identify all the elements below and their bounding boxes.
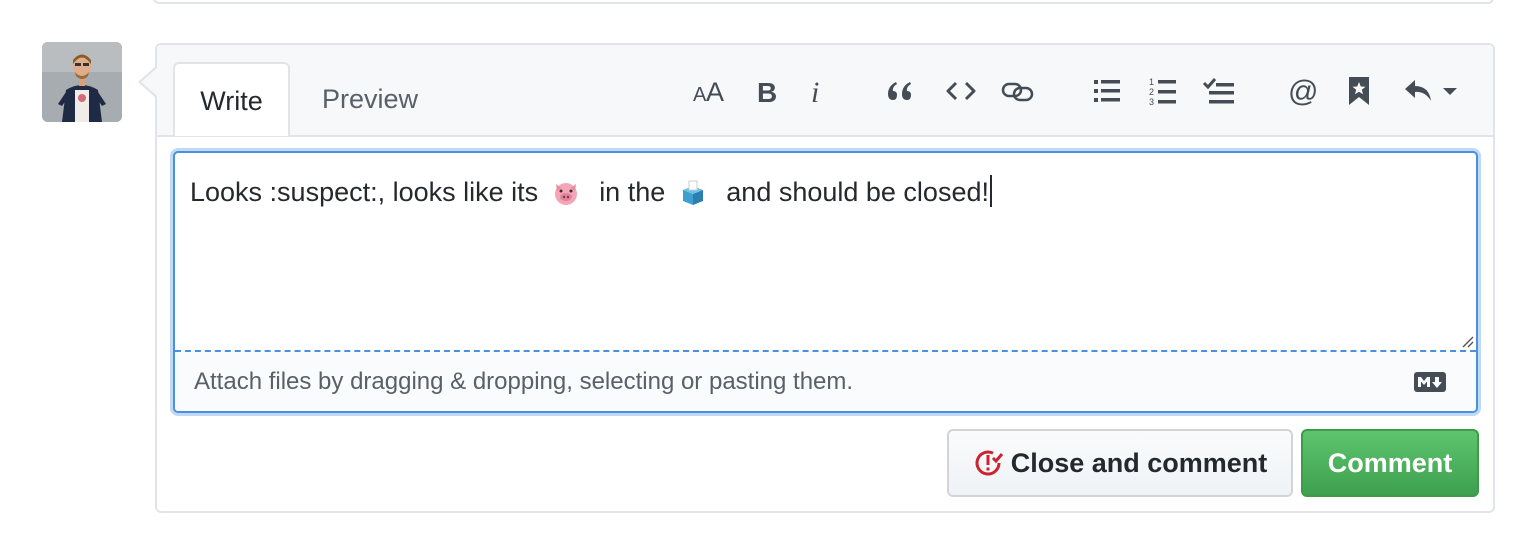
svg-text:1: 1: [1149, 77, 1154, 87]
tab-preview[interactable]: Preview: [305, 62, 435, 136]
saved-reply-icon[interactable]: [1337, 71, 1381, 111]
comment-editor: Looks :suspect:, looks like its in the a…: [173, 151, 1478, 413]
tab-write[interactable]: Write: [173, 62, 290, 136]
close-and-comment-label: Close and comment: [1010, 447, 1268, 478]
bold-icon[interactable]: B: [745, 71, 789, 111]
file-dropzone[interactable]: Attach files by dragging & dropping, sel…: [175, 350, 1476, 411]
svg-text:3: 3: [1149, 97, 1154, 106]
ordered-list-icon[interactable]: 123: [1141, 71, 1185, 111]
comment-button[interactable]: Comment: [1301, 429, 1479, 497]
svg-text:A: A: [693, 84, 707, 105]
text-size-icon[interactable]: AA: [689, 71, 733, 111]
comment-text-part-3: and should be closed!: [726, 177, 989, 207]
code-icon[interactable]: [939, 71, 983, 111]
svg-text:@: @: [1288, 75, 1318, 107]
markdown-icon[interactable]: [1414, 372, 1446, 397]
quote-icon[interactable]: [877, 71, 921, 111]
comment-form: Write Preview AA B i 123 @ Looks:suspec…: [155, 43, 1495, 513]
svg-text:B: B: [757, 77, 777, 105]
reply-icon[interactable]: [1401, 71, 1461, 111]
italic-icon[interactable]: i: [795, 71, 839, 111]
comment-text-part-1: Looks :suspect:, looks like its: [190, 177, 539, 207]
unordered-list-icon[interactable]: [1085, 71, 1129, 111]
svg-text:A: A: [706, 77, 724, 105]
dropzone-hint: Attach files by dragging & dropping, sel…: [194, 368, 854, 395]
pig-emoji: [552, 180, 580, 214]
svg-text:2: 2: [1149, 87, 1154, 97]
svg-text:i: i: [811, 77, 819, 105]
task-list-icon[interactable]: [1197, 71, 1241, 111]
comment-caret-fill: [141, 68, 157, 96]
ballot-box-emoji: [679, 180, 707, 214]
editor-tabnav: Write Preview AA B i 123 @: [157, 45, 1493, 137]
comment-textarea[interactable]: Looks :suspect:, looks like its in the a…: [175, 153, 1476, 351]
avatar[interactable]: [42, 42, 122, 122]
close-and-comment-button[interactable]: Close and comment: [947, 429, 1293, 497]
issue-closed-icon: [975, 450, 1003, 476]
previous-comment-box: [153, 0, 1494, 4]
mention-icon[interactable]: @: [1281, 71, 1325, 111]
link-icon[interactable]: [996, 71, 1040, 111]
comment-text-part-2: in the: [599, 177, 666, 207]
text-cursor: [989, 175, 992, 207]
